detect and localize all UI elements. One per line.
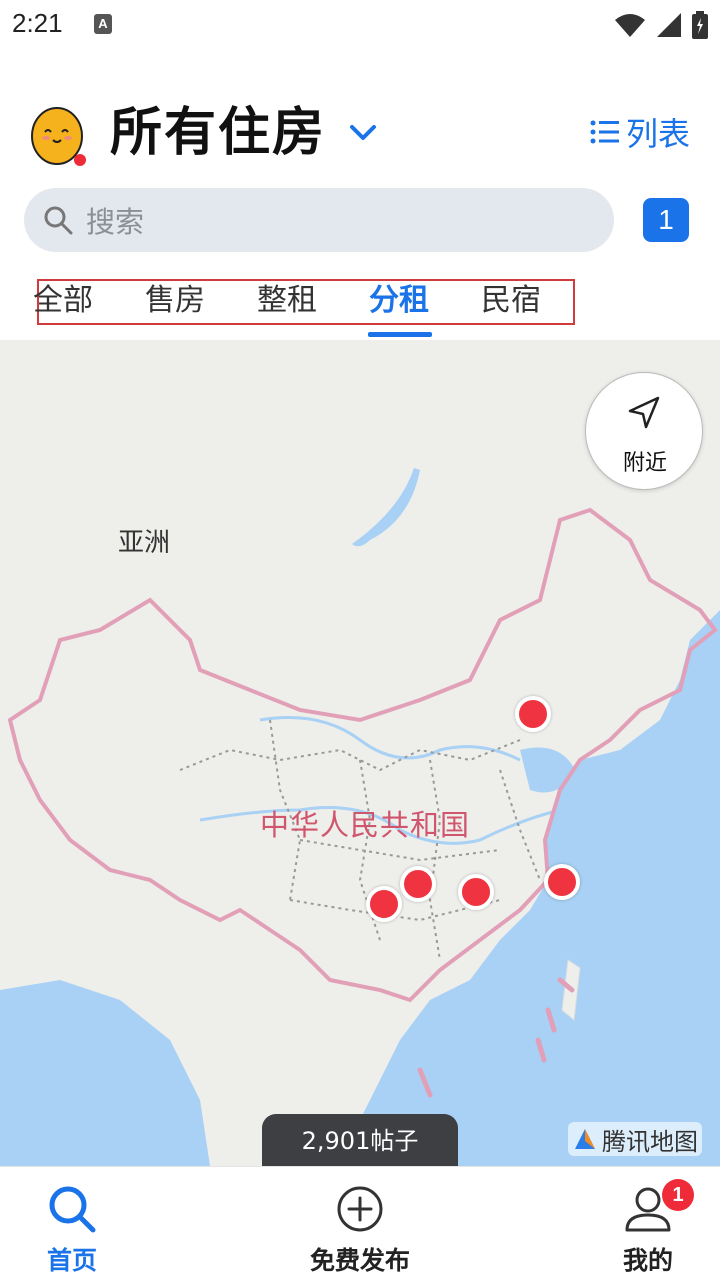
nav-publish-label: 免费发布 — [309, 1246, 410, 1275]
page-title[interactable]: 所有住房 — [110, 98, 326, 168]
egg-avatar-icon[interactable] — [30, 102, 88, 166]
search-placeholder: 搜索 — [86, 205, 145, 239]
nearby-button[interactable]: 附近 — [585, 372, 703, 490]
tab-shared-rent[interactable]: 分租 — [369, 281, 429, 321]
notification-count-button[interactable]: 1 — [643, 198, 689, 242]
status-bar: 2:21 A — [0, 0, 720, 50]
tab-whole-rent[interactable]: 整租 — [257, 281, 317, 321]
nav-home-label: 首页 — [46, 1246, 97, 1275]
map-pin[interactable] — [458, 874, 494, 910]
battery-icon — [692, 11, 708, 39]
category-tabs: 全部 售房 整租 分租 民宿 — [33, 279, 575, 325]
chevron-down-icon[interactable] — [348, 118, 378, 148]
map-provider-label: 腾讯地图 — [602, 1127, 698, 1156]
status-time: 2:21 — [12, 8, 63, 38]
map-provider-logo: 腾讯地图 — [568, 1122, 702, 1156]
map-pin[interactable] — [515, 696, 551, 732]
country-label: 中华人民共和国 — [260, 808, 471, 842]
header: 所有住房 列表 — [0, 90, 720, 180]
list-view-button[interactable]: 列表 — [590, 110, 690, 154]
nav-publish[interactable]: 免费发布 — [280, 1167, 440, 1280]
tab-sale[interactable]: 售房 — [145, 281, 205, 321]
nav-mine-label: 我的 — [622, 1246, 673, 1275]
wifi-icon — [615, 14, 645, 37]
nearby-label: 附近 — [622, 451, 667, 476]
map-pin[interactable] — [544, 864, 580, 900]
continent-label: 亚洲 — [118, 528, 171, 558]
post-count-pill[interactable]: 2,901帖子 — [262, 1114, 458, 1168]
signal-icon — [657, 13, 681, 37]
status-icons — [614, 10, 708, 40]
list-icon — [590, 120, 619, 144]
lake-baikal — [352, 468, 420, 547]
hainan-island — [330, 1056, 370, 1084]
tab-all[interactable]: 全部 — [33, 281, 93, 321]
list-view-label: 列表 — [625, 115, 690, 153]
active-tab-indicator — [368, 332, 432, 337]
nav-mine[interactable]: 我的 — [568, 1167, 720, 1280]
navigation-arrow-icon — [628, 396, 660, 429]
map-pin[interactable] — [400, 866, 436, 902]
mine-badge: 1 — [662, 1179, 694, 1211]
notification-a-icon: A — [94, 14, 112, 34]
bottom-nav: 首页 免费发布 我的 — [0, 1166, 720, 1280]
tencent-map-icon — [575, 1129, 595, 1149]
nav-home[interactable]: 首页 — [0, 1167, 152, 1280]
bay-area — [0, 980, 210, 1166]
search-icon — [49, 1186, 96, 1233]
map-pin[interactable] — [366, 886, 402, 922]
search-input[interactable]: 搜索 — [24, 188, 614, 252]
tab-homestay[interactable]: 民宿 — [481, 281, 541, 321]
plus-circle-icon — [337, 1186, 383, 1232]
search-icon — [44, 206, 73, 235]
river-yellow — [259, 716, 521, 762]
